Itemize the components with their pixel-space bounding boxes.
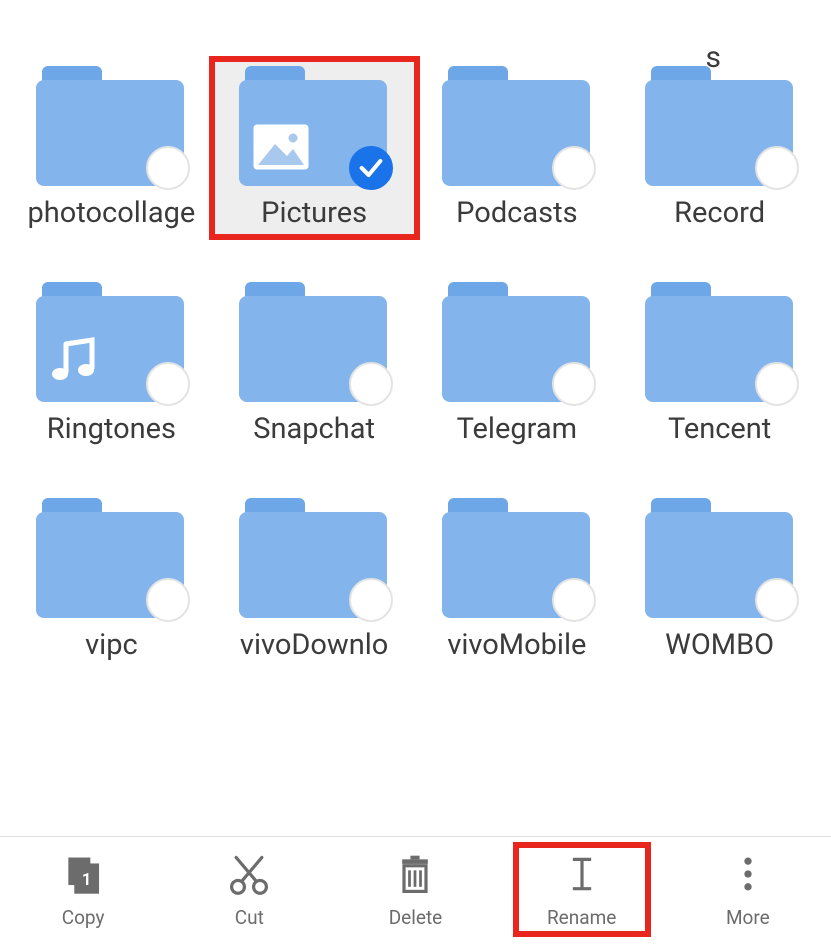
folder-item[interactable]: vipc bbox=[10, 492, 213, 668]
folder-label: vivoDownlo bbox=[240, 628, 388, 662]
folder-icon bbox=[645, 282, 795, 402]
folder-icon bbox=[442, 66, 592, 186]
selection-indicator[interactable] bbox=[552, 146, 596, 190]
toolbar-label: Copy bbox=[62, 906, 105, 929]
folder-icon bbox=[36, 498, 186, 618]
folder-item[interactable]: Podcasts bbox=[416, 60, 619, 236]
toolbar-label: Delete bbox=[389, 906, 443, 929]
folder-icon bbox=[239, 66, 389, 186]
folder-label: Pictures bbox=[261, 196, 367, 230]
svg-text:1: 1 bbox=[82, 871, 91, 890]
folder-icon bbox=[645, 498, 795, 618]
folder-icon bbox=[36, 282, 186, 402]
folder-icon bbox=[645, 66, 795, 186]
selection-indicator[interactable] bbox=[349, 362, 393, 406]
folder-label: vivoMobile bbox=[447, 628, 586, 662]
folder-item[interactable]: photocollage bbox=[10, 60, 213, 236]
selection-indicator[interactable] bbox=[349, 146, 393, 190]
selection-indicator[interactable] bbox=[755, 578, 799, 622]
selection-indicator[interactable] bbox=[552, 578, 596, 622]
folder-label: Podcasts bbox=[456, 196, 577, 230]
folder-icon bbox=[442, 282, 592, 402]
rename-button[interactable]: Rename bbox=[517, 846, 647, 933]
folder-icon bbox=[239, 498, 389, 618]
folder-label: photocollage bbox=[27, 196, 195, 230]
selection-indicator[interactable] bbox=[146, 146, 190, 190]
more-icon bbox=[724, 850, 772, 898]
picture-overlay-icon bbox=[253, 124, 309, 170]
folder-item[interactable]: Pictures bbox=[213, 60, 416, 236]
folder-icon bbox=[36, 66, 186, 186]
folder-item[interactable]: Telegram bbox=[416, 276, 619, 452]
selection-indicator[interactable] bbox=[552, 362, 596, 406]
folder-item[interactable]: vivoDownlo bbox=[213, 492, 416, 668]
folder-label: WOMBO bbox=[665, 628, 774, 662]
folder-label: Record bbox=[674, 196, 765, 230]
selection-indicator[interactable] bbox=[755, 362, 799, 406]
folder-label: Snapchat bbox=[253, 412, 375, 446]
music-overlay-icon bbox=[50, 334, 102, 386]
folder-item[interactable]: Tencent bbox=[618, 276, 821, 452]
folder-label: vipc bbox=[85, 628, 138, 662]
folder-label: Tencent bbox=[668, 412, 771, 446]
folder-icon bbox=[442, 498, 592, 618]
cut-button[interactable]: Cut bbox=[184, 846, 314, 933]
folder-icon bbox=[239, 282, 389, 402]
folder-item[interactable]: Ringtones bbox=[10, 276, 213, 452]
delete-icon bbox=[391, 850, 439, 898]
folder-label: Telegram bbox=[457, 412, 577, 446]
cut-icon bbox=[225, 850, 273, 898]
folder-item[interactable]: Record bbox=[618, 60, 821, 236]
folder-item[interactable]: vivoMobile bbox=[416, 492, 619, 668]
selection-indicator[interactable] bbox=[146, 578, 190, 622]
more-button[interactable]: More bbox=[683, 846, 813, 933]
copy-button[interactable]: 1 Copy bbox=[18, 846, 148, 933]
toolbar-label: Rename bbox=[547, 906, 616, 929]
folder-item[interactable]: WOMBO bbox=[618, 492, 821, 668]
rename-icon bbox=[558, 850, 606, 898]
delete-button[interactable]: Delete bbox=[350, 846, 480, 933]
bottom-toolbar: 1 Copy Cut Delete Rename More bbox=[0, 836, 831, 946]
selection-indicator[interactable] bbox=[146, 362, 190, 406]
selection-indicator[interactable] bbox=[755, 146, 799, 190]
folder-item[interactable]: Snapchat bbox=[213, 276, 416, 452]
toolbar-label: More bbox=[726, 906, 770, 929]
selection-indicator[interactable] bbox=[349, 578, 393, 622]
folder-grid: photocollage Pictures Podcasts Record bbox=[0, 40, 831, 669]
folder-label: Ringtones bbox=[47, 412, 176, 446]
copy-icon: 1 bbox=[59, 850, 107, 898]
toolbar-label: Cut bbox=[235, 906, 264, 929]
